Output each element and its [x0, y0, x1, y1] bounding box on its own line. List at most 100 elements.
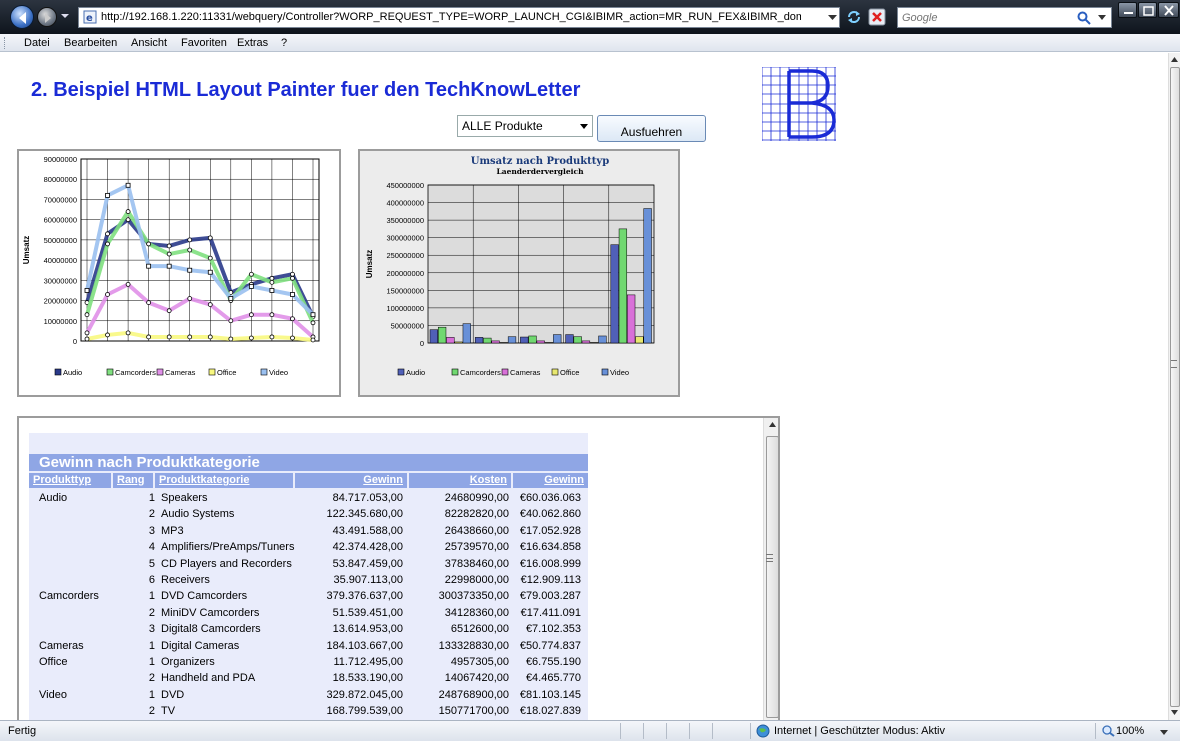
table-row: Office 1 Organizers 11.712.495,00 4957305,00… [29, 654, 588, 670]
data-point [187, 237, 193, 243]
cell-gewinn-euro: €16.008.999 [519, 557, 581, 570]
page-title: 2. Beispiel HTML Layout Painter fuer den… [31, 79, 581, 101]
url-text[interactable]: http://192.168.1.220:11331/webquery/Cont… [101, 11, 801, 23]
data-point [269, 334, 275, 340]
cell-kosten: 150771700,00 [438, 705, 509, 718]
header-gewinn-euro[interactable]: Gewinn [513, 473, 588, 488]
menu-bar: Datei Bearbeiten Ansicht Favoriten Extra… [0, 34, 1180, 52]
back-arrow-icon [19, 12, 26, 24]
data-point [84, 288, 90, 293]
bar-audio [429, 329, 438, 344]
legend-label: Office [217, 368, 236, 377]
stop-icon[interactable] [868, 8, 886, 26]
page-scrollbar[interactable] [1168, 53, 1180, 720]
page-scroll-up-icon[interactable] [1171, 57, 1178, 62]
search-box[interactable] [897, 7, 1112, 28]
cell-rang: 3 [148, 524, 155, 537]
header-rang[interactable]: Rang [113, 473, 153, 488]
menu-ansicht[interactable]: Ansicht [131, 37, 167, 49]
line-chart-panel: 0 10000000 20000000 30000000 40000000 5000000… [17, 149, 341, 397]
cell-produktkategorie: Digital Cameras [161, 639, 240, 652]
data-point [125, 209, 131, 214]
data-point [310, 312, 316, 318]
cell-gewinn: 51.539.451,00 [332, 606, 403, 619]
data-point [207, 269, 213, 275]
menu-datei[interactable]: Datei [24, 37, 50, 49]
search-input[interactable] [902, 9, 1072, 27]
menu-bearbeiten[interactable]: Bearbeiten [64, 37, 117, 49]
header-kosten[interactable]: Kosten [409, 473, 511, 488]
refresh-icon[interactable] [845, 8, 863, 26]
forward-button[interactable] [37, 7, 57, 27]
bar-office [635, 336, 644, 344]
legend-label: Camcorders [115, 368, 156, 377]
zoom-icon[interactable] [1102, 725, 1115, 737]
data-point [269, 279, 275, 285]
security-zone-text[interactable]: Internet | Geschützter Modus: Aktiv [774, 725, 945, 737]
data-point [146, 241, 152, 247]
bar-camcorders [437, 326, 447, 344]
product-select-value: ALLE Produkte [462, 119, 543, 133]
page-scroll-down-icon[interactable] [1171, 710, 1178, 715]
run-button[interactable]: Ausfuehren [597, 115, 706, 142]
b-grid-logo [762, 67, 836, 141]
history-dropdown-icon[interactable] [61, 12, 69, 20]
forward-arrow-icon [45, 13, 51, 23]
status-divider [750, 723, 751, 739]
bar-camcorders [573, 336, 582, 344]
cell-gewinn-euro: €18.027.839 [519, 705, 581, 718]
back-button[interactable] [10, 5, 34, 29]
header-produkttyp[interactable]: Produkttyp [29, 473, 111, 488]
zoom-level[interactable]: 100% [1116, 725, 1144, 737]
cell-produktkategorie: DVD Camcorders [161, 590, 248, 603]
bar-chart-panel: Umsatz nach Produkttyp Laenderdervergleic… [358, 149, 680, 397]
address-bar[interactable]: e http://192.168.1.220:11331/webquery/Co… [78, 7, 840, 28]
menu-favoriten[interactable]: Favoriten [181, 37, 227, 49]
bar-audio [610, 244, 619, 344]
data-point [228, 336, 234, 342]
table-row: 6 Receivers 35.907.113,00 22998000,00 €12.90… [29, 572, 588, 588]
plot-area [80, 158, 320, 342]
cell-gewinn: 53.847.459,00 [332, 557, 403, 570]
report-scrollbar[interactable] [763, 418, 778, 720]
cell-kosten: 4957305,00 [450, 656, 509, 668]
page-scroll-thumb[interactable] [1170, 67, 1180, 707]
maximize-button[interactable] [1138, 2, 1157, 18]
minimize-button[interactable] [1118, 2, 1137, 18]
line-chart: 0 10000000 20000000 30000000 40000000 5000000… [22, 155, 320, 377]
data-point [207, 235, 213, 241]
data-point [105, 292, 110, 297]
status-divider [689, 723, 690, 739]
legend-swatch [501, 368, 509, 376]
search-icon[interactable] [1077, 11, 1091, 25]
header-produktkategorie[interactable]: Produktkategorie [155, 473, 293, 488]
cell-rang: 2 [148, 672, 155, 685]
bar-video [598, 335, 607, 344]
search-dropdown-icon[interactable] [1098, 15, 1106, 21]
data-point [228, 296, 234, 301]
report-scroll-thumb[interactable] [766, 436, 778, 718]
data-point [248, 283, 254, 289]
scroll-up-icon[interactable] [769, 422, 776, 427]
bar-cameras [446, 337, 455, 344]
cell-rang: 1 [148, 492, 155, 504]
bar-office [544, 342, 554, 344]
y-tick-label: 50000000 [391, 321, 424, 330]
menu-extras[interactable]: Extras [237, 37, 268, 49]
bar-audio [520, 336, 529, 344]
cell-rang: 6 [148, 574, 155, 586]
header-gewinn[interactable]: Gewinn [295, 473, 407, 488]
zoom-dropdown-icon[interactable] [1160, 730, 1168, 735]
data-point [105, 241, 110, 247]
address-dropdown-icon[interactable] [828, 14, 837, 21]
bar-audio [565, 334, 574, 344]
close-button[interactable] [1158, 2, 1179, 18]
data-point [105, 231, 110, 237]
product-select[interactable]: ALLE Produkte [457, 115, 593, 137]
bar-camcorders [528, 335, 537, 344]
menu-help[interactable]: ? [281, 37, 287, 49]
report-table: Gewinn nach Produktkategorie Produkttyp … [29, 433, 588, 720]
data-point [166, 263, 172, 269]
cell-gewinn-euro: €7.102.353 [525, 623, 581, 636]
y-tick-label: 200000000 [386, 269, 424, 278]
